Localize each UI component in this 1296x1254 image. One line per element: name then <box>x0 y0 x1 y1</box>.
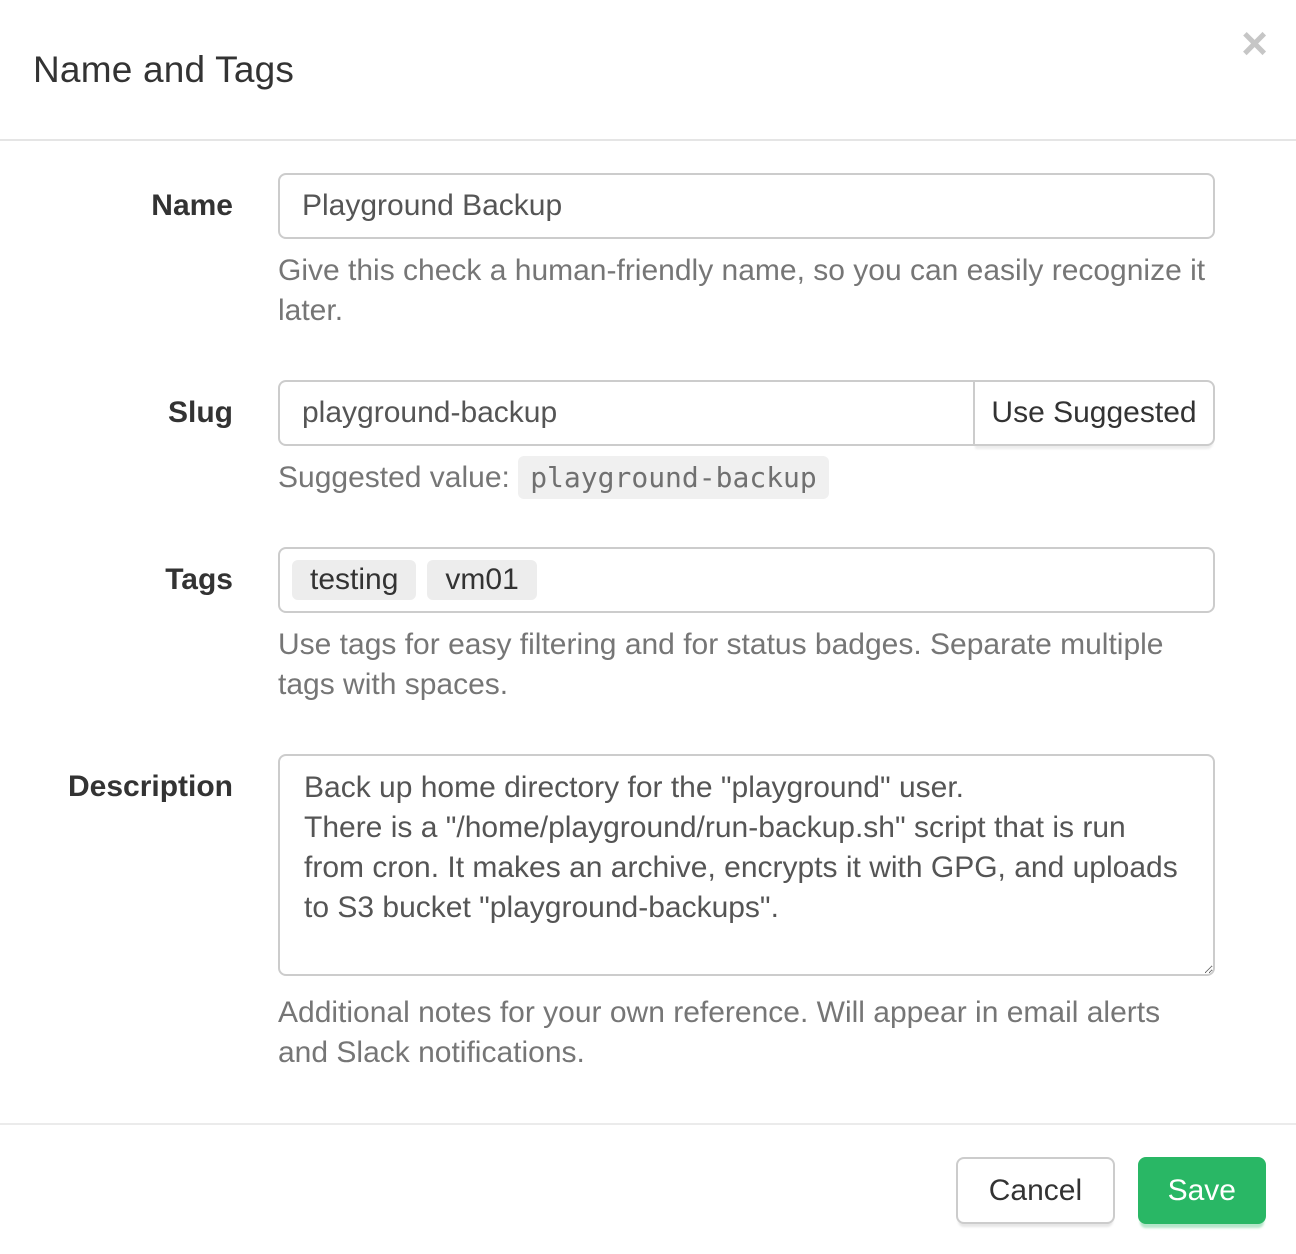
save-button[interactable]: Save <box>1138 1157 1266 1224</box>
tags-label: Tags <box>30 547 248 597</box>
slug-help-text: Suggested value: playground-backup <box>278 458 1215 498</box>
tags-field-col: testing vm01 Use tags for easy filtering … <box>278 547 1215 723</box>
name-field-row: Name Give this check a human-friendly na… <box>30 173 1266 349</box>
modal-header: Name and Tags × <box>0 0 1296 141</box>
modal-body: Name Give this check a human-friendly na… <box>0 141 1296 1091</box>
slug-input-group: Use Suggested <box>278 380 1215 446</box>
slug-field-row: Slug Use Suggested Suggested value: play… <box>30 380 1266 516</box>
name-field-col: Give this check a human-friendly name, s… <box>278 173 1215 349</box>
slug-field-col: Use Suggested Suggested value: playgroun… <box>278 380 1215 516</box>
description-textarea[interactable]: Back up home directory for the "playgrou… <box>278 754 1215 976</box>
slug-input[interactable] <box>278 380 975 446</box>
name-help-text: Give this check a human-friendly name, s… <box>278 251 1215 331</box>
description-label: Description <box>30 754 248 804</box>
suggested-value-code: playground-backup <box>518 456 829 499</box>
name-label: Name <box>30 173 248 223</box>
suggested-value-prefix: Suggested value: <box>278 461 510 494</box>
close-icon[interactable]: × <box>1241 20 1268 66</box>
name-input[interactable] <box>278 173 1215 239</box>
tags-field-row: Tags testing vm01 Use tags for easy filte… <box>30 547 1266 723</box>
tags-help-text: Use tags for easy filtering and for stat… <box>278 625 1215 705</box>
name-and-tags-modal: Name and Tags × Name Give this check a h… <box>0 0 1296 1254</box>
description-help-text: Additional notes for your own reference.… <box>278 993 1215 1073</box>
use-suggested-button[interactable]: Use Suggested <box>973 380 1215 446</box>
tags-input[interactable]: testing vm01 <box>278 547 1215 613</box>
modal-footer: Cancel Save <box>0 1123 1296 1254</box>
tag-chip[interactable]: vm01 <box>427 560 536 600</box>
description-field-col: Back up home directory for the "playgrou… <box>278 754 1215 1091</box>
tag-chip[interactable]: testing <box>292 560 416 600</box>
modal-title: Name and Tags <box>33 49 294 91</box>
cancel-button[interactable]: Cancel <box>956 1157 1115 1224</box>
description-field-row: Description Back up home directory for t… <box>30 754 1266 1091</box>
slug-label: Slug <box>30 380 248 430</box>
